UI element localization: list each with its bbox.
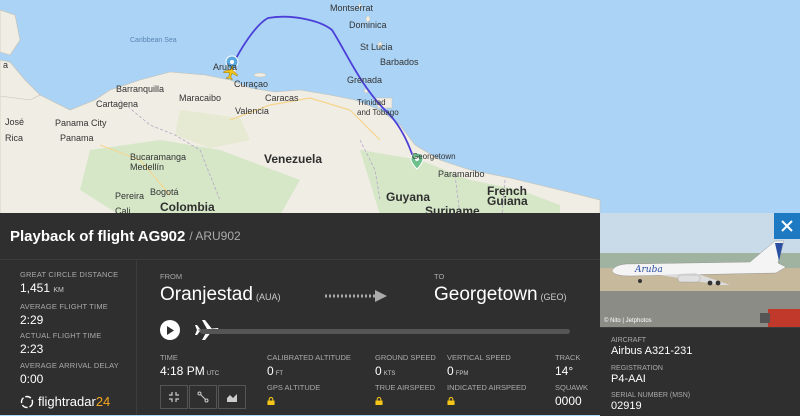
stat-label: ACTUAL FLIGHT TIME <box>20 331 102 340</box>
destination-city: Georgetown <box>434 284 538 305</box>
map-label: Pereira <box>115 191 145 201</box>
map-label: Dominica <box>349 20 387 30</box>
stat-value: 0:00 <box>20 372 44 386</box>
map-label: Georgetown <box>412 152 456 161</box>
ground-speed-cell: GROUND SPEED 0 KTS <box>375 353 436 378</box>
map-label: Grenada <box>347 75 383 85</box>
aircraft-type: AIRCRAFT Airbus A321-231 <box>611 337 693 357</box>
flight-stats: GREAT CIRCLE DISTANCE 1,451 KM AVERAGE F… <box>0 260 137 415</box>
lock-icon <box>447 397 455 405</box>
timeline-track[interactable] <box>200 329 570 334</box>
map-label: Guyana <box>386 190 431 204</box>
avg-time-stat: AVERAGE FLIGHT TIME 2:29 <box>20 302 108 327</box>
playback-timeline <box>160 317 570 343</box>
from-label: FROM <box>160 272 183 281</box>
arrow-icon <box>325 290 387 302</box>
flightradar24-logo[interactable]: flightradar 24 <box>20 394 110 409</box>
aircraft-photo[interactable]: Aruba <box>600 213 800 327</box>
indicated-airspeed-cell: INDICATED AIRSPEED <box>447 383 526 410</box>
map-label: a <box>3 60 9 70</box>
logo-icon <box>20 395 34 408</box>
route-icon <box>197 391 209 403</box>
graph-button[interactable] <box>218 385 246 409</box>
graph-icon <box>227 394 237 402</box>
map-label: Paramaribo <box>438 169 485 179</box>
panel-subtitle: / ARU902 <box>189 229 241 243</box>
actual-time-stat: ACTUAL FLIGHT TIME 2:23 <box>20 331 101 356</box>
map-label: Barbados <box>380 57 419 67</box>
map-label: Valencia <box>235 106 269 116</box>
play-icon <box>167 325 174 335</box>
stat-value: 2:29 <box>20 313 44 327</box>
photo-credit[interactable]: © Nito | Jetphotos <box>604 318 652 324</box>
fullscreen-button[interactable] <box>160 385 188 409</box>
distance-stat: GREAT CIRCLE DISTANCE 1,451 KM <box>20 270 118 295</box>
close-button[interactable] <box>774 213 800 239</box>
livery-text: Aruba <box>634 265 663 275</box>
map-label: Cartagena <box>96 99 139 109</box>
map-label: Bogotá <box>150 187 179 197</box>
stat-label: AVERAGE FLIGHT TIME <box>20 302 108 311</box>
lock-icon <box>267 397 275 405</box>
to-label: TO <box>434 272 445 281</box>
serial-number: SERIAL NUMBER (MSN) 02919 <box>611 392 691 412</box>
map-label: Maracaibo <box>179 93 222 103</box>
map-label: Panama <box>60 133 94 143</box>
panel-title: Playback of flight AG902 <box>10 227 186 245</box>
panel-header: Playback of flight AG902 / ARU902 <box>0 213 600 260</box>
map-label: Caribbean Sea <box>130 37 177 44</box>
map-label: Rica <box>5 133 24 143</box>
origin-city: Oranjestad <box>160 284 253 305</box>
registration: REGISTRATION P4-AAI <box>611 365 663 385</box>
destination-code: (GEO) <box>540 292 567 302</box>
stat-value: 2:23 <box>20 342 44 356</box>
stat-label: GREAT CIRCLE DISTANCE <box>20 270 119 279</box>
map-label: Bucaramanga <box>130 152 187 162</box>
squawk-cell: SQUAWK 0000 <box>555 383 589 408</box>
map-label: Montserrat <box>330 3 374 13</box>
map-label: St Lucia <box>360 42 393 52</box>
stat-value: 1,451 KM <box>20 281 64 295</box>
stat-label: AVERAGE ARRIVAL DELAY <box>20 361 119 370</box>
map-label: Aruba <box>213 62 238 72</box>
map-label: Curaçao <box>234 79 269 89</box>
flight-playback-panel: Playback of flight AG902 / ARU902 GREAT … <box>0 213 600 415</box>
gps-altitude-cell: GPS ALTITUDE <box>267 383 320 410</box>
map-label: José <box>5 117 25 127</box>
play-button[interactable] <box>160 320 180 340</box>
origin: FROM Oranjestad (AUA) <box>160 272 280 306</box>
vertical-speed-cell: VERTICAL SPEED 0 FPM <box>447 353 511 378</box>
route-button[interactable] <box>189 385 217 409</box>
time-cell: TIME 4:18 PM UTC <box>160 353 220 378</box>
map-label: French Guiana <box>487 184 528 208</box>
compress-icon <box>169 392 179 402</box>
map-label: Trinidad and Tobago <box>357 98 399 117</box>
map-label: Colombia <box>160 200 215 214</box>
true-airspeed-cell: TRUE AIRSPEED <box>375 383 435 410</box>
map-label: Venezuela <box>264 152 323 166</box>
aircraft-image: Aruba <box>600 213 800 327</box>
close-icon <box>781 220 793 232</box>
delay-stat: AVERAGE ARRIVAL DELAY 0:00 <box>20 361 119 386</box>
aircraft-info: AIRCRAFT Airbus A321-231 REGISTRATION P4… <box>600 327 800 416</box>
map-label: Panama City <box>55 118 107 128</box>
track-cell: TRACK 14° <box>555 353 581 378</box>
calibrated-altitude-cell: CALIBRATED ALTITUDE 0 FT <box>267 353 351 378</box>
map-label: Barranquilla <box>116 84 165 94</box>
destination: TO Georgetown (GEO) <box>434 272 567 306</box>
origin-code: (AUA) <box>255 292 281 302</box>
map-label: Medellín <box>130 162 165 172</box>
lock-icon <box>375 397 383 405</box>
map-label: Caracas <box>265 93 299 103</box>
